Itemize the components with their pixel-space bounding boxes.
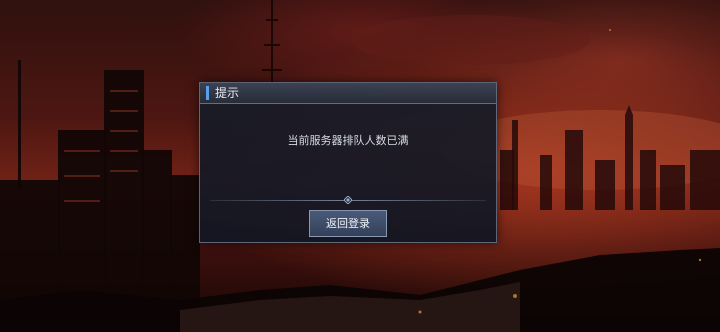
dialog-header: 提示	[200, 83, 496, 104]
diamond-ornament-icon	[344, 196, 352, 204]
header-accent-bar	[206, 86, 209, 100]
return-to-login-button[interactable]: 返回登录	[309, 210, 387, 237]
notice-dialog: 提示 当前服务器排队人数已满 返回登录	[199, 82, 497, 243]
game-background-scene: 提示 当前服务器排队人数已满 返回登录	[0, 0, 720, 332]
dialog-message: 当前服务器排队人数已满	[287, 134, 409, 147]
dialog-title: 提示	[215, 86, 240, 100]
